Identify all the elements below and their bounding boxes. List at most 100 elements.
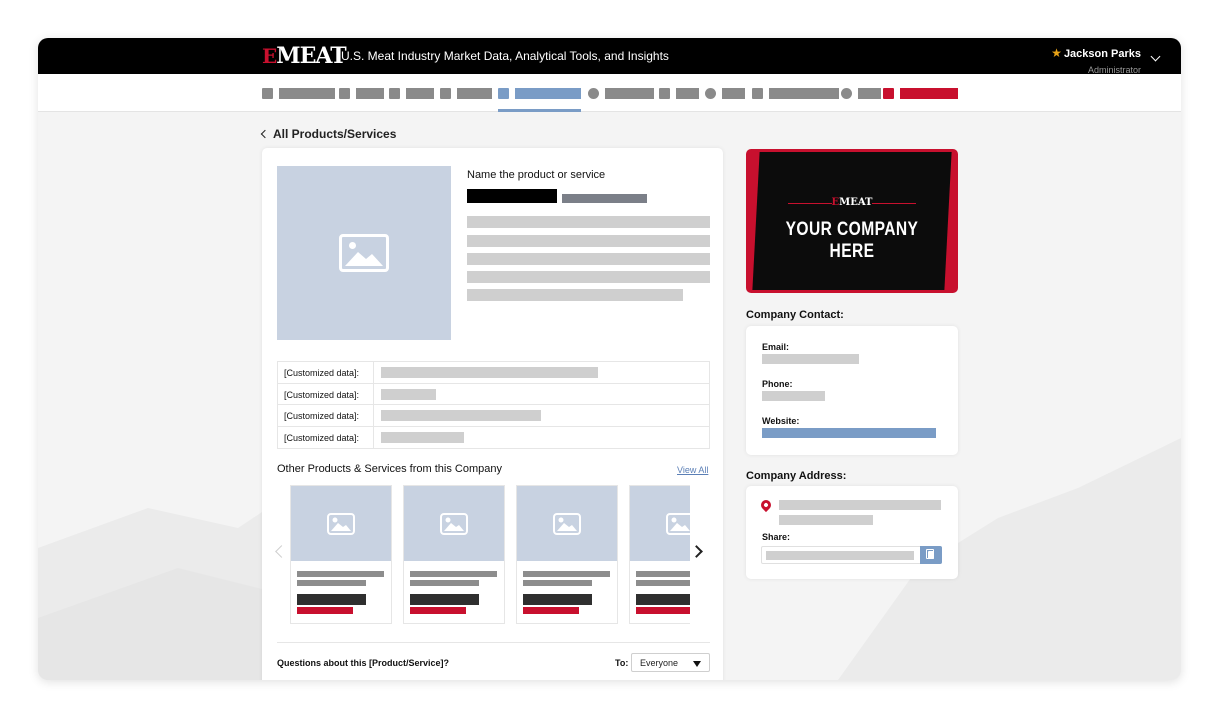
company-address-heading: Company Address:: [746, 470, 847, 482]
user-menu[interactable]: ★ Jackson Parks Administrator: [1050, 44, 1141, 75]
nav-label: [900, 87, 958, 99]
product-card[interactable]: [629, 485, 690, 624]
product-price-redacted: [467, 189, 557, 203]
top-bar: EMEAT U.S. Meat Industry Market Data, An…: [38, 38, 1181, 75]
main-nav: [38, 74, 1181, 112]
view-all-link[interactable]: View All: [677, 465, 708, 475]
description-line: [467, 216, 710, 228]
phone-label: Phone:: [762, 379, 793, 389]
table-row: [Customized data]:: [278, 405, 709, 427]
nav-label: [457, 87, 492, 99]
share-link-redacted: [766, 551, 914, 560]
nav-item-table[interactable]: [389, 87, 434, 99]
address-line-redacted: [779, 500, 941, 510]
copy-button[interactable]: [920, 546, 942, 564]
nav-item-nutrition[interactable]: [705, 87, 745, 99]
list-icon: [339, 87, 350, 99]
image-icon: [440, 513, 468, 535]
card-line: [410, 580, 479, 586]
megaphone-icon: [883, 87, 894, 99]
field-value-redacted: [381, 431, 464, 443]
nav-item-products[interactable]: [498, 87, 581, 99]
nav-label: [605, 87, 654, 99]
field-value-redacted: [381, 367, 598, 378]
back-link-all-products[interactable]: All Products/Services: [260, 127, 396, 141]
nav-item-favorites[interactable]: [588, 87, 654, 99]
card-line: [523, 571, 610, 577]
product-card[interactable]: [403, 485, 505, 624]
card-title-redacted: [297, 594, 366, 605]
carousel-prev-icon[interactable]: [275, 545, 288, 558]
field-label: [Customized data]:: [284, 389, 360, 400]
nav-label: [722, 87, 745, 99]
product-thumb: [630, 486, 690, 561]
chevron-down-icon[interactable]: [1150, 51, 1161, 62]
description-line: [467, 271, 710, 283]
email-value-redacted[interactable]: [762, 354, 859, 364]
card-line: [297, 580, 366, 586]
product-thumb: [291, 486, 391, 561]
card-line: [636, 571, 690, 577]
company-ad-banner[interactable]: EMEAT YOUR COMPANY HERE: [746, 149, 958, 293]
company-address-card: Share:: [746, 486, 958, 579]
apple-icon: [705, 87, 716, 99]
nav-item-users[interactable]: [752, 87, 839, 99]
calendar-icon: [440, 87, 451, 99]
product-thumb: [404, 486, 504, 561]
nav-item-help[interactable]: [841, 87, 881, 99]
active-tab-underline: [498, 109, 581, 112]
questions-label: Questions about this [Product/Service]?: [277, 658, 450, 668]
table-row: [Customized data]:: [278, 383, 709, 405]
recipient-select[interactable]: Everyone: [631, 653, 710, 672]
company-contact-card: Email: Phone: Website:: [746, 326, 958, 455]
nav-item-calendar[interactable]: [440, 87, 492, 99]
nav-label: [858, 87, 881, 99]
table-icon: [389, 87, 400, 99]
card-price-redacted: [410, 607, 466, 614]
card-title-redacted: [523, 594, 592, 605]
product-image-placeholder: [277, 166, 451, 340]
field-label: [Customized data]:: [284, 368, 360, 378]
nav-item-announcements[interactable]: [883, 87, 958, 99]
share-link-field[interactable]: [761, 546, 942, 564]
image-icon: [327, 513, 355, 535]
card-line: [523, 580, 592, 586]
carousel-next-icon[interactable]: [690, 545, 703, 558]
card-line: [636, 580, 690, 586]
product-thumb: [517, 486, 617, 561]
chevron-left-icon: [260, 129, 270, 139]
tagline: U.S. Meat Industry Market Data, Analytic…: [341, 49, 669, 63]
dashboard-icon: [262, 87, 273, 99]
nav-item-list[interactable]: [339, 87, 384, 99]
description-line: [467, 253, 710, 265]
phone-value-redacted[interactable]: [762, 391, 825, 401]
card-price-redacted: [636, 607, 690, 614]
product-card[interactable]: [290, 485, 392, 624]
description-line: [467, 235, 710, 247]
star-badge-icon: ★: [1051, 46, 1062, 60]
section-divider: [277, 642, 710, 643]
recipient-value: Everyone: [640, 658, 679, 668]
nav-item-partners[interactable]: [659, 87, 699, 99]
website-label: Website:: [762, 416, 800, 426]
other-products-heading: Other Products & Services from this Comp…: [277, 463, 502, 475]
nav-label: [356, 87, 384, 99]
product-detail-card: Name the product or service [Customized …: [262, 148, 723, 680]
share-label: Share:: [762, 532, 791, 542]
company-contact-heading: Company Contact:: [746, 309, 844, 321]
logo-text: MEAT: [276, 43, 346, 69]
description-line: [467, 289, 683, 301]
image-icon: [553, 513, 581, 535]
website-link-redacted[interactable]: [762, 428, 936, 438]
copy-icon: [926, 549, 934, 559]
emeat-logo[interactable]: EMEAT: [262, 43, 347, 69]
card-price-redacted: [523, 607, 579, 614]
logo-prefix: E: [262, 44, 277, 68]
field-value-redacted: [381, 410, 541, 421]
user-name: Jackson Parks: [1063, 48, 1141, 60]
product-card[interactable]: [516, 485, 618, 624]
product-title: Name the product or service: [467, 169, 606, 181]
users-icon: [752, 87, 763, 99]
caret-down-icon: [693, 661, 701, 667]
nav-item-dashboard[interactable]: [262, 87, 335, 99]
